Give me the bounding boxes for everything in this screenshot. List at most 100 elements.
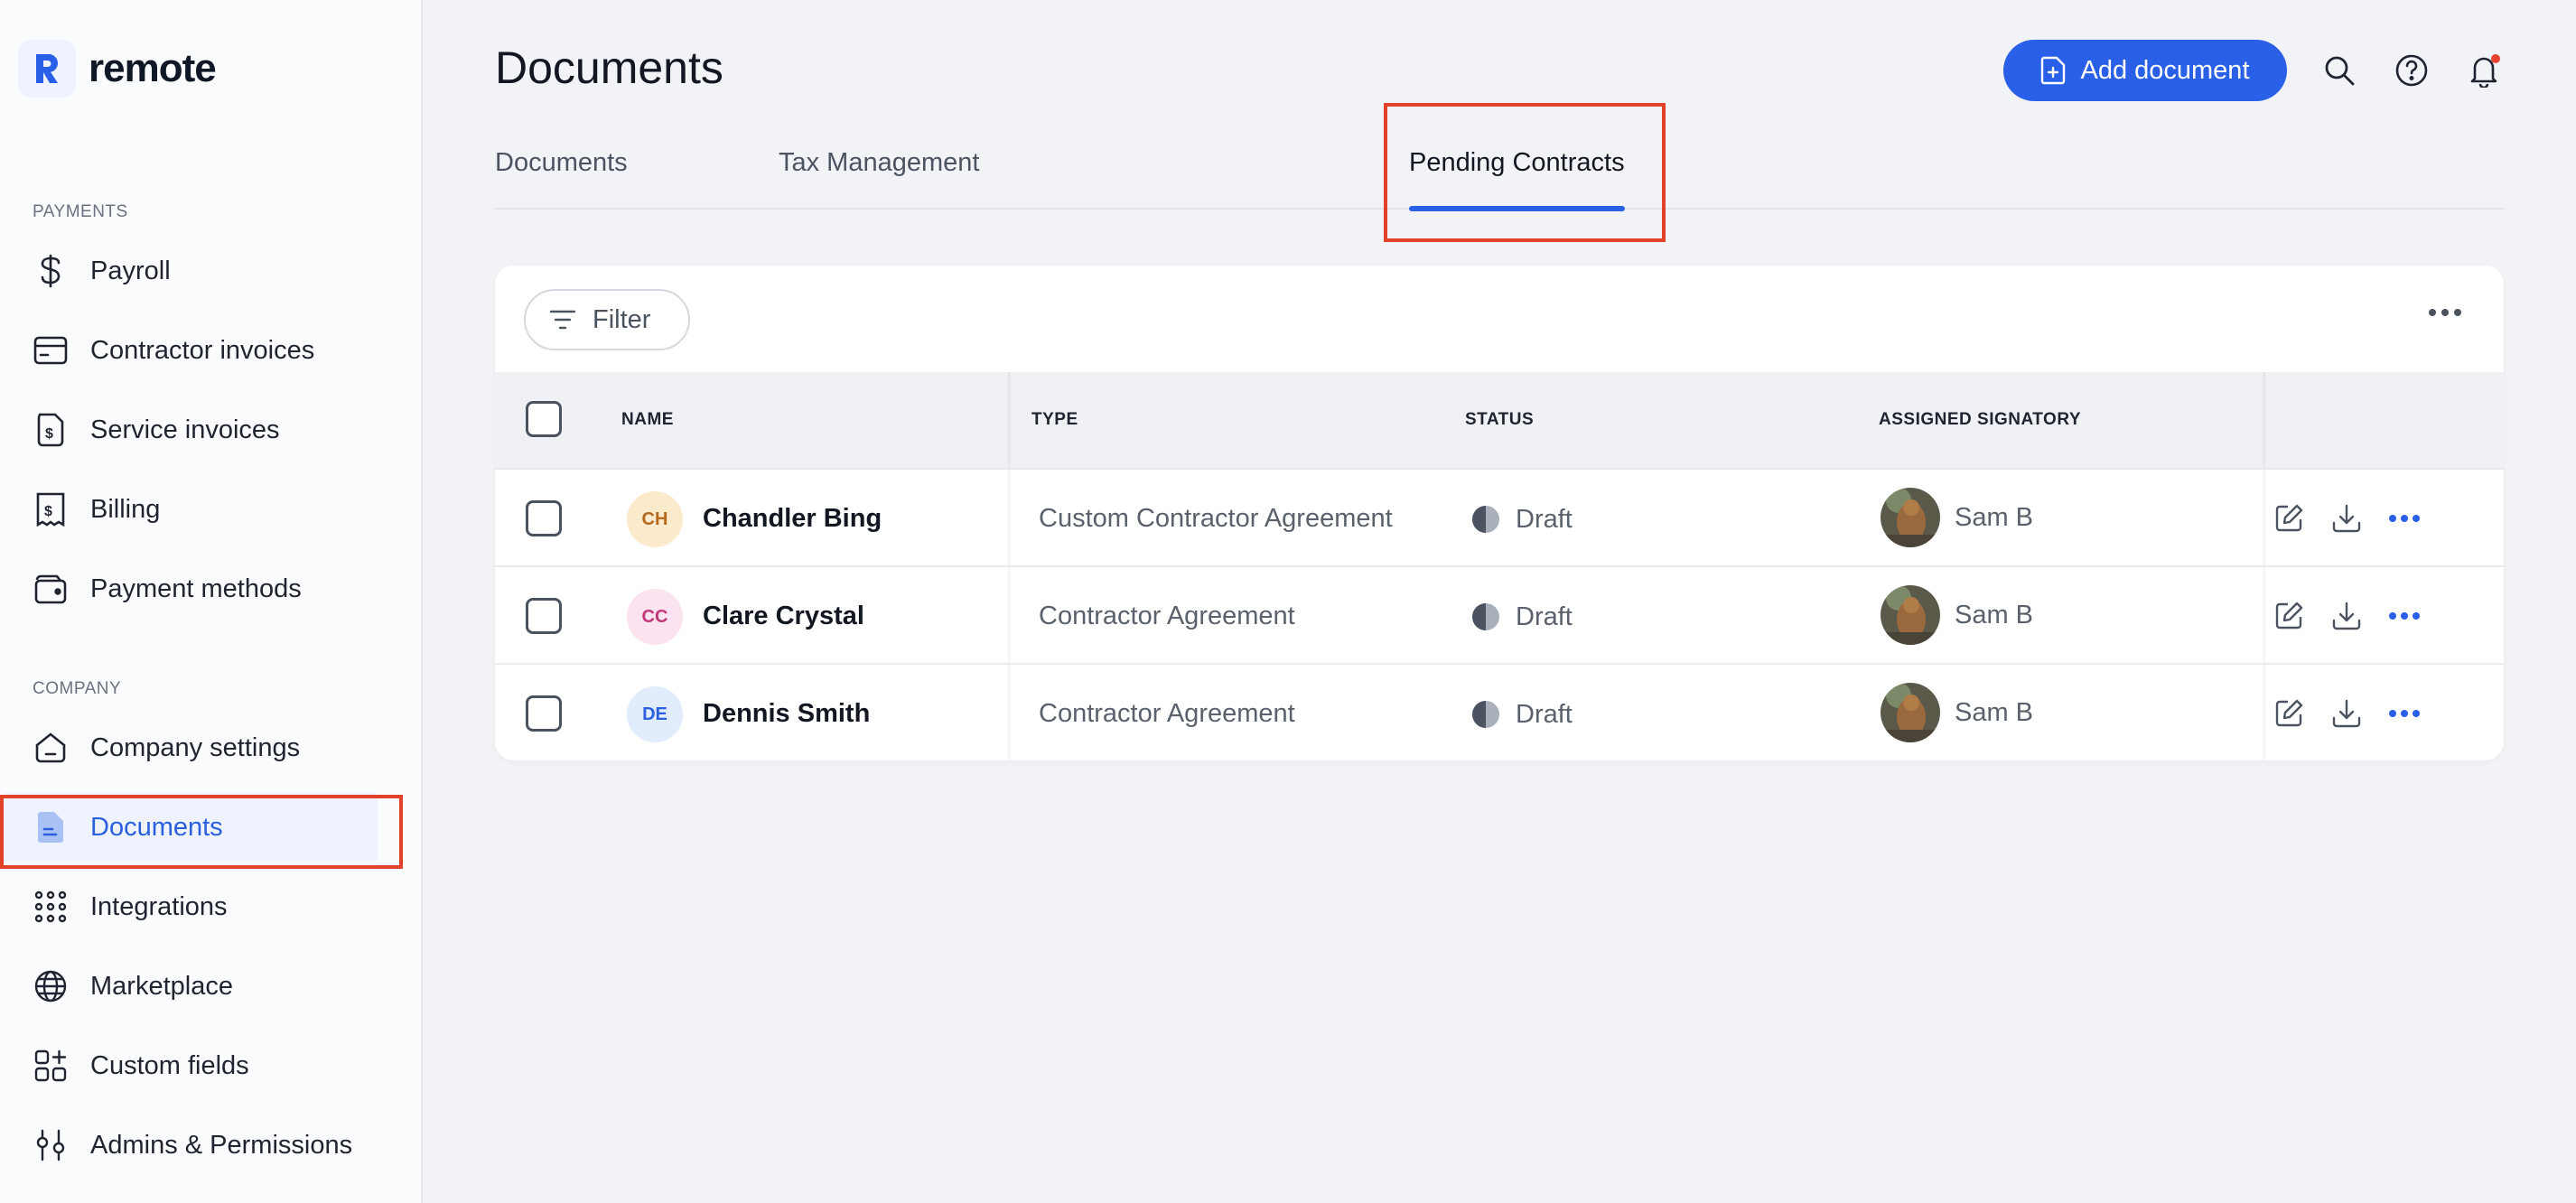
- search-icon[interactable]: [2319, 51, 2359, 90]
- dollar-icon: [33, 253, 69, 289]
- edit-icon[interactable]: [2271, 695, 2307, 732]
- add-document-label: Add document: [2080, 55, 2250, 85]
- row-actions: [2271, 695, 2444, 732]
- logo[interactable]: remote: [18, 40, 217, 98]
- section-label-company: COMPANY: [33, 679, 122, 698]
- column-header-type: TYPE: [1031, 410, 1078, 429]
- tab-tax-management[interactable]: Tax Management: [779, 148, 979, 210]
- sidebar-item-company-settings[interactable]: Company settings: [0, 713, 379, 782]
- tab-documents[interactable]: Documents: [495, 148, 628, 210]
- draft-status-icon: [1470, 602, 1501, 632]
- status-label: Draft: [1516, 699, 1573, 729]
- sidebar-item-billing[interactable]: $ Billing: [0, 475, 379, 544]
- draft-status-icon: [1470, 504, 1501, 535]
- row-actions: [2271, 598, 2444, 634]
- row-checkbox[interactable]: [526, 500, 562, 536]
- remote-logo-icon: [18, 40, 76, 98]
- sidebar-item-payment-methods[interactable]: Payment methods: [0, 555, 379, 623]
- sidebar-item-marketplace[interactable]: Marketplace: [0, 952, 379, 1021]
- sidebar-item-label: Marketplace: [90, 971, 233, 1001]
- svg-text:$: $: [45, 426, 53, 442]
- add-document-button[interactable]: Add document: [2003, 40, 2287, 101]
- column-header-assigned-signatory: ASSIGNED SIGNATORY: [1879, 410, 2082, 429]
- brand-name: remote: [89, 46, 217, 90]
- sidebar-item-label: Custom fields: [90, 1050, 249, 1080]
- signatory-name: Sam B: [1955, 502, 2034, 532]
- signatory-avatar: [1881, 585, 1940, 645]
- section-label-payments: PAYMENTS: [33, 202, 128, 221]
- row-more-icon[interactable]: [2386, 695, 2422, 732]
- tab-pending-contracts[interactable]: Pending Contracts: [1409, 148, 1625, 211]
- sidebar-item-label: Company settings: [90, 732, 301, 762]
- row-actions: [2271, 500, 2444, 536]
- sidebar-item-integrations[interactable]: Integrations: [0, 872, 379, 941]
- edit-icon[interactable]: [2271, 598, 2307, 634]
- row-name: Clare Crystal: [703, 602, 864, 630]
- more-options-icon[interactable]: [2422, 302, 2468, 323]
- sidebar-item-payroll[interactable]: Payroll: [0, 237, 379, 305]
- status-badge: Draft: [1470, 699, 1573, 730]
- filter-button[interactable]: Filter: [524, 289, 690, 350]
- sidebar-item-label: Service invoices: [90, 415, 280, 444]
- column-header-status: STATUS: [1465, 410, 1535, 429]
- tab-label: Pending Contracts: [1409, 148, 1625, 177]
- help-icon[interactable]: [2392, 51, 2431, 90]
- status-badge: Draft: [1470, 602, 1573, 632]
- invoice-icon: $: [33, 412, 69, 448]
- sidebar-item-label: Billing: [90, 494, 161, 524]
- row-name: Dennis Smith: [703, 699, 871, 728]
- card-icon: [33, 332, 69, 368]
- documents-table-card: Filter NAME TYPE STATUS ASSIGNED SIGNATO…: [495, 266, 2504, 760]
- row-more-icon[interactable]: [2386, 500, 2422, 536]
- status-label: Draft: [1516, 504, 1573, 534]
- sidebar-item-label: Admins & Permissions: [90, 1130, 353, 1160]
- home-icon: [33, 730, 69, 766]
- sidebar-item-label: Documents: [90, 812, 223, 842]
- sidebar-item-contractor-invoices[interactable]: Contractor invoices: [0, 316, 379, 385]
- status-badge: Draft: [1470, 504, 1573, 535]
- grid-dots-icon: [33, 889, 69, 925]
- row-name: Chandler Bing: [703, 504, 882, 533]
- download-icon[interactable]: [2329, 695, 2365, 732]
- assigned-signatory: Sam B: [1881, 683, 2033, 742]
- signatory-name: Sam B: [1955, 600, 2034, 629]
- document-icon: [33, 809, 69, 845]
- table-row[interactable]: CH Chandler Bing Custom Contractor Agree…: [495, 468, 2504, 565]
- table-row[interactable]: CC Clare Crystal Contractor Agreement Dr…: [495, 565, 2504, 663]
- tab-bar: Documents Tax Management Pending Contrac…: [495, 126, 2504, 211]
- page-title: Documents: [495, 42, 723, 93]
- row-checkbox[interactable]: [526, 598, 562, 634]
- edit-icon[interactable]: [2271, 500, 2307, 536]
- sidebar-item-label: Payment methods: [90, 574, 302, 603]
- custom-fields-icon: [33, 1048, 69, 1084]
- row-checkbox[interactable]: [526, 695, 562, 732]
- sidebar-item-documents[interactable]: Documents: [4, 793, 378, 862]
- select-all-checkbox[interactable]: [526, 401, 562, 437]
- sidebar-item-admins-permissions[interactable]: Admins & Permissions: [0, 1111, 379, 1180]
- assigned-signatory: Sam B: [1881, 488, 2033, 547]
- assigned-signatory: Sam B: [1881, 585, 2033, 645]
- download-icon[interactable]: [2329, 598, 2365, 634]
- add-document-icon: [2040, 56, 2066, 85]
- top-actions: Add document: [2003, 40, 2504, 101]
- avatar: CH: [627, 491, 683, 547]
- globe-icon: [33, 968, 69, 1004]
- table-row[interactable]: DE Dennis Smith Contractor Agreement Dra…: [495, 663, 2504, 760]
- signatory-name: Sam B: [1955, 697, 2034, 727]
- notification-bell-icon[interactable]: [2464, 51, 2504, 90]
- column-header-name: NAME: [621, 410, 674, 429]
- sidebar-item-service-invoices[interactable]: $ Service invoices: [0, 396, 379, 464]
- row-type: Custom Contractor Agreement: [1039, 504, 1393, 533]
- notification-dot: [2491, 54, 2500, 63]
- avatar: DE: [627, 686, 683, 742]
- sliders-icon: [33, 1127, 69, 1163]
- row-type: Contractor Agreement: [1039, 699, 1295, 728]
- draft-status-icon: [1470, 699, 1501, 730]
- svg-text:$: $: [44, 504, 52, 519]
- download-icon[interactable]: [2329, 500, 2365, 536]
- signatory-avatar: [1881, 488, 1940, 547]
- sidebar-item-label: Payroll: [90, 256, 171, 285]
- row-more-icon[interactable]: [2386, 598, 2422, 634]
- sidebar-item-label: Contractor invoices: [90, 335, 315, 365]
- sidebar-item-custom-fields[interactable]: Custom fields: [0, 1031, 379, 1100]
